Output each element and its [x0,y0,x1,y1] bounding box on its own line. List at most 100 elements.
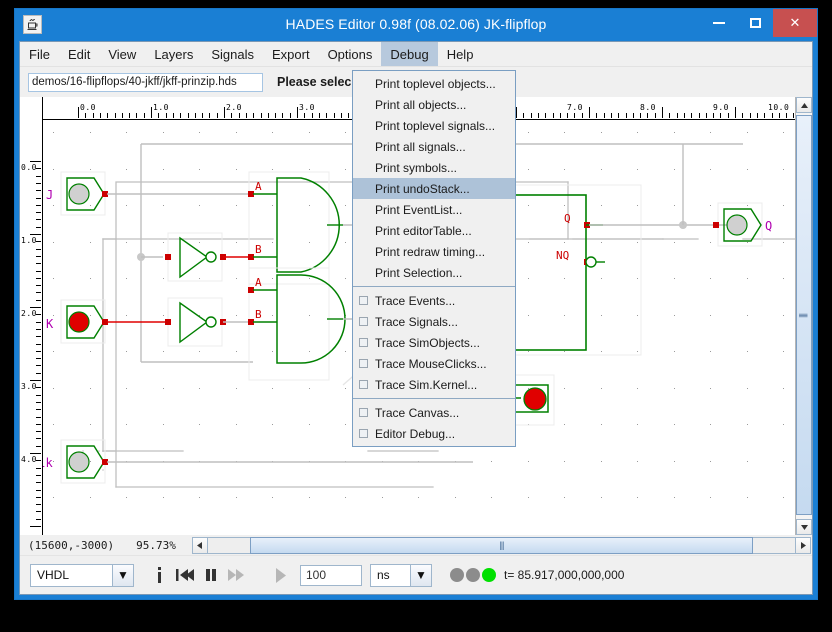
menu-print-editortable[interactable]: Print editorTable... [353,220,515,241]
toolbar-hint-text: Please selec [277,75,352,89]
menu-separator-1 [353,286,515,287]
menu-trace-simobjects[interactable]: Trace SimObjects... [353,332,515,353]
menu-print-redraw-timing[interactable]: Print redraw timing... [353,241,515,262]
component-input-switch-K: K [46,299,108,344]
scroll-down-button[interactable] [796,519,812,535]
vertical-ruler: 0.0 1.0 2.0 3.0 4.0 [20,97,43,535]
debug-dropdown-menu[interactable]: Print toplevel objects... Print all obje… [352,70,516,447]
h-tick-9: 9.0 [713,103,729,112]
time-unit-select[interactable]: ns ▼ [370,563,432,587]
menu-debug[interactable]: Debug [381,42,438,66]
menu-print-undostack[interactable]: Print undoStack... [353,178,515,199]
menu-print-toplevel-objects[interactable]: Print toplevel objects... [353,73,515,94]
menu-print-all-objects[interactable]: Print all objects... [353,94,515,115]
rewind-icon[interactable] [172,562,198,588]
hscroll-track-left[interactable] [207,536,250,554]
v-tick-4: 4.0 [21,455,37,464]
menu-trace-signals-label: Trace Signals... [375,314,458,329]
desktop-background: HADES Editor 0.98f (08.02.06) JK-flipflo… [0,0,832,632]
status-led-1 [450,568,464,582]
h-tick-0: 0.0 [80,103,96,112]
menu-help[interactable]: Help [438,42,483,66]
component-input-switch-J: J [46,171,108,216]
menu-editor-debug[interactable]: Editor Debug... [353,423,515,444]
menu-trace-sim-kernel[interactable]: Trace Sim.Kernel... [353,374,515,395]
simulation-control-bar: VHDL ▼ 100 ns ▼ t= 85.917,000,000,000 [20,555,812,594]
menu-separator-2 [353,398,515,399]
checkbox-icon[interactable] [359,408,368,417]
menu-trace-mouseclicks-label: Trace MouseClicks... [375,356,487,371]
menu-trace-mouseclicks[interactable]: Trace MouseClicks... [353,353,515,374]
checkbox-icon[interactable] [359,380,368,389]
checkbox-icon[interactable] [359,429,368,438]
time-unit-value: ns [377,568,390,582]
vertical-scrollbar[interactable]: ||| [795,97,812,535]
chevron-down-icon[interactable]: ▼ [112,564,133,586]
chevron-down-icon[interactable]: ▼ [410,564,431,586]
hscroll-track-right[interactable] [753,536,795,554]
svg-text:K: K [46,317,54,331]
application-window: HADES Editor 0.98f (08.02.06) JK-flipflo… [14,8,818,600]
svg-text:B: B [255,308,262,321]
menu-print-symbols[interactable]: Print symbols... [353,157,515,178]
menu-edit[interactable]: Edit [59,42,99,66]
menu-trace-events[interactable]: Trace Events... [353,290,515,311]
checkbox-icon[interactable] [359,338,368,347]
menu-export[interactable]: Export [263,42,319,66]
component-inverter-2 [165,297,226,347]
svg-text:clk: clk [43,456,53,470]
minimize-button[interactable] [701,9,737,37]
menu-file[interactable]: File [20,42,59,66]
title-bar: HADES Editor 0.98f (08.02.06) JK-flipflo… [15,9,817,41]
menu-print-selection[interactable]: Print Selection... [353,262,515,283]
menu-signals[interactable]: Signals [202,42,263,66]
h-tick-3: 3.0 [299,103,315,112]
menu-layers[interactable]: Layers [145,42,202,66]
vertical-scroll-thumb[interactable]: ||| [796,115,812,515]
file-path-field[interactable]: demos/16-flipflops/40-jkff/jkff-prinzip.… [28,72,263,92]
component-input-switch-clk: clk [43,439,108,484]
fast-forward-icon[interactable] [224,562,250,588]
checkbox-icon[interactable] [359,317,368,326]
menu-print-toplevel-signals[interactable]: Print toplevel signals... [353,115,515,136]
menu-print-all-signals[interactable]: Print all signals... [353,136,515,157]
v-tick-2: 2.0 [21,309,37,318]
menu-trace-signals[interactable]: Trace Signals... [353,311,515,332]
language-value: VHDL [37,568,70,582]
checkbox-icon[interactable] [359,359,368,368]
maximize-button[interactable] [737,9,773,37]
menu-trace-canvas[interactable]: Trace Canvas... [353,402,515,423]
status-led-3 [482,568,496,582]
window-controls: ✕ [701,9,817,37]
step-size-input[interactable]: 100 [300,564,362,586]
scroll-up-button[interactable] [796,97,812,113]
menu-trace-simobjects-label: Trace SimObjects... [375,335,480,350]
scroll-left-button[interactable] [191,536,208,554]
scroll-grip-icon: ||| [798,312,809,318]
info-icon[interactable] [146,562,172,588]
svg-text:A: A [255,180,262,193]
h-tick-7: 7.0 [567,103,583,112]
horizontal-scrollbar[interactable]: ||| [191,536,811,554]
h-tick-1: 1.0 [153,103,169,112]
close-button[interactable]: ✕ [773,9,817,37]
pause-icon[interactable] [198,562,224,588]
svg-text:NQ: NQ [556,249,569,262]
menu-editor-debug-label: Editor Debug... [375,426,456,441]
status-bar: (15600,-3000) 95.73% ||| [20,535,812,555]
menu-print-eventlist[interactable]: Print EventList... [353,199,515,220]
svg-text:Q: Q [564,212,571,225]
menu-trace-events-label: Trace Events... [375,293,456,308]
language-select[interactable]: VHDL ▼ [30,563,134,587]
status-led-2 [466,568,480,582]
h-tick-10: 10.0 [768,103,790,112]
scroll-right-button[interactable] [795,536,811,554]
horizontal-scroll-thumb[interactable]: ||| [249,536,753,554]
checkbox-icon[interactable] [359,296,368,305]
svg-text:B: B [255,243,262,256]
menu-view[interactable]: View [99,42,145,66]
play-icon[interactable] [268,562,294,588]
cursor-coordinates: (15600,-3000) [28,538,115,552]
menu-options[interactable]: Options [319,42,382,66]
v-tick-1: 1.0 [21,236,37,245]
